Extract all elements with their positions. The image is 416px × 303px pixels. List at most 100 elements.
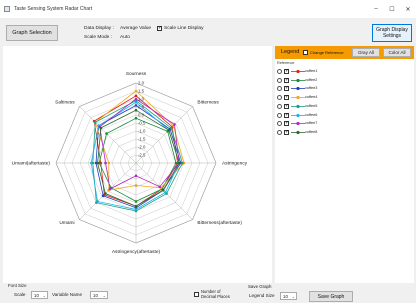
legend-item[interactable]: coffee8 [277,129,357,137]
gray-all-button[interactable]: Gray All [352,48,380,57]
radar-chart-window: Taste Sensing System Radar Chart – ☐ ✕ G… [0,0,416,303]
save-graph-label: Save Graph [248,284,272,289]
chevron-down-icon: ⌄ [291,294,295,299]
data-point [134,108,138,112]
scale-font-size-dropdown[interactable]: 10 ⌄ [31,291,48,299]
data-point [134,174,138,178]
data-point [164,191,167,194]
variable-name-label: Variable Name [52,292,83,297]
color-all-button[interactable]: Color All [383,48,411,57]
legend-title: Legend [281,49,300,55]
reference-radio[interactable] [277,121,282,127]
legend-item[interactable]: coffee2 [277,77,357,85]
series-visibility-checkbox[interactable] [284,112,289,118]
series-visibility-checkbox[interactable] [284,68,289,74]
reference-radio[interactable] [277,103,282,109]
tick-label: 1.5 [138,89,145,94]
data-point [174,161,178,165]
data-point [134,116,138,120]
data-point [173,123,176,126]
legend-item-label: coffee3 [305,86,318,91]
data-point [89,161,93,165]
reference-radio[interactable] [277,95,282,101]
data-point [134,204,138,208]
data-point [158,185,162,189]
data-point [134,100,138,104]
graph-selection-button[interactable]: Graph Selection [6,25,58,41]
series-swatch [291,87,305,91]
series-swatch [291,78,305,82]
legend-item[interactable]: coffee5 [277,103,357,111]
chevron-down-icon: ⌄ [42,293,46,298]
data-point [104,161,107,165]
scale-line-display-checkbox[interactable] [157,25,162,31]
series-visibility-checkbox[interactable] [284,129,289,135]
series-swatch [291,104,305,108]
series-swatch [291,122,305,126]
change-reference-label: Change Reference [310,50,344,55]
legend-size-dropdown[interactable]: 10 ⌄ [280,292,297,300]
data-point [134,89,138,93]
tick-label: -2.0 [138,145,146,150]
close-button[interactable]: ✕ [400,0,416,18]
legend-item-label: coffee7 [305,121,318,126]
reference-radio[interactable] [277,69,282,74]
series-visibility-checkbox[interactable] [284,120,289,127]
window-controls: – ☐ ✕ [368,0,416,18]
data-display-label: Data Display : [84,26,114,31]
decimal-places-checkbox[interactable] [194,292,199,297]
tick-label: -1.0 [138,129,146,134]
axis-label: Sourness [126,71,147,77]
series-visibility-checkbox[interactable] [284,85,289,92]
reference-radio[interactable] [277,129,282,135]
save-graph-button[interactable]: Save Graph [309,291,353,302]
minimize-button[interactable]: – [368,0,384,18]
change-reference-checkbox[interactable] [303,50,308,55]
data-point [181,161,184,165]
scale-line-display-label: Scale Line Display [164,26,204,31]
axis-label: Bitterness(aftertaste) [197,220,242,226]
tick-label: 1.0 [138,97,145,102]
data-point [104,192,107,195]
tick-label: -2.5 [138,153,146,158]
data-point [134,94,138,98]
legend-item[interactable]: coffee1 [277,68,357,76]
data-point [177,161,181,165]
legend-item[interactable]: coffee3 [277,85,357,93]
tick-label: -1.5 [138,137,146,142]
graph-display-settings-button[interactable]: Graph Display Settings [372,24,412,42]
font-size-label: Font Size [8,283,27,288]
data-point [96,200,99,203]
reference-radio[interactable] [277,112,282,118]
maximize-button[interactable]: ☐ [384,0,400,18]
legend-size-value: 10 [283,294,288,299]
series-visibility-checkbox[interactable] [284,103,289,109]
scale-font-label: Scale [14,292,26,297]
axis-label: Astringency(aftertaste) [112,249,161,255]
data-point [99,126,103,130]
tick-label: 0.0 [138,113,145,118]
legend-item[interactable]: coffee4 [277,94,357,102]
chevron-down-icon: ⌄ [102,293,106,298]
decimal-places-label: Number of Decimal Places [201,289,230,299]
series-swatch [291,130,305,134]
legend-item-label: coffee5 [305,103,318,108]
legend-item-label: coffee6 [305,112,318,117]
series-visibility-checkbox[interactable] [284,94,289,101]
data-point [101,194,105,198]
variable-name-font-size-dropdown[interactable]: 10 ⌄ [90,291,108,299]
legend-panel: Legend Change Reference Gray All Color A… [275,46,414,283]
series-visibility-checkbox[interactable] [284,77,289,83]
legend-item[interactable]: coffee6 [277,112,357,120]
series-swatch [291,69,305,74]
reference-radio[interactable] [277,86,282,92]
data-point [161,188,165,192]
reference-label: Reference [277,61,295,65]
data-point [96,161,99,165]
radar-chart: 2.0 1.5 1.0 0.5 0.0 -0.5 -1.0 -1.5 -2.0 -2.5 Sourn… [12,71,248,255]
legend-item[interactable]: coffee7 [277,120,357,128]
legend-item-label: coffee2 [305,77,318,82]
legend-item-label: coffee4 [305,95,318,100]
chart-area: 2.0 1.5 1.0 0.5 0.0 -0.5 -1.0 -1.5 -2.0 -2.5 Sourn… [3,46,272,283]
reference-radio[interactable] [277,77,282,83]
